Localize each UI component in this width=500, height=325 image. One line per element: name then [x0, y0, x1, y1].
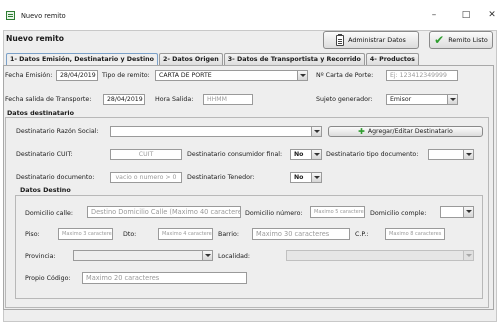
hora-salida-field[interactable]: HHMM: [203, 94, 253, 105]
piso-label: Piso:: [25, 231, 40, 238]
minimize-icon[interactable]: –: [428, 9, 440, 21]
admin-data-label: Administrar Datos: [348, 36, 406, 44]
domicilio-numero-label: Domicilio número:: [245, 210, 303, 217]
sujeto-generador-value: Emisor: [390, 96, 412, 103]
add-edit-destinatario-button[interactable]: ✚ Agregar/Editar Destinatario: [328, 126, 483, 137]
tipo-documento-select[interactable]: [428, 149, 474, 160]
admin-data-button[interactable]: Administrar Datos: [323, 31, 419, 49]
localidad-select[interactable]: [286, 250, 474, 261]
provincia-select[interactable]: [73, 250, 213, 261]
dto-label: Dto:: [123, 231, 137, 238]
chevron-down-icon[interactable]: [311, 150, 321, 159]
consumidor-final-label: Destinatario consumidor final:: [187, 151, 283, 158]
destino-section-title: Datos Destino: [20, 186, 71, 194]
domicilio-calle-field[interactable]: Destino Domicilio Calle (Maximo 40 carac…: [87, 206, 241, 218]
domicilio-calle-label: Domicilio calle:: [25, 210, 73, 217]
tipo-remito-select[interactable]: CARTA DE PORTE: [155, 70, 308, 81]
sujeto-generador-label: Sujeto generador:: [316, 96, 373, 103]
chevron-down-icon[interactable]: [447, 95, 457, 104]
cp-field[interactable]: Maximo 8 caracteres: [385, 228, 445, 240]
add-edit-destinatario-label: Agregar/Editar Destinatario: [367, 128, 453, 135]
cuit-field[interactable]: CUIT: [110, 149, 182, 160]
fecha-emision-field[interactable]: 28/04/2019: [56, 70, 98, 81]
tipo-remito-value: CARTA DE PORTE: [159, 72, 212, 79]
domicilio-comple-select[interactable]: [440, 206, 474, 218]
piso-field[interactable]: Maximo 3 caracteres: [58, 228, 113, 240]
barrio-field[interactable]: Maximo 30 caracteres: [252, 228, 350, 240]
tipo-remito-label: Tipo de remito:: [102, 72, 150, 79]
chevron-down-icon[interactable]: [463, 251, 473, 260]
chevron-down-icon[interactable]: [297, 71, 307, 80]
barrio-label: Barrio:: [218, 231, 239, 238]
propio-codigo-field[interactable]: Maximo 20 caracteres: [82, 272, 247, 284]
chevron-down-icon[interactable]: [202, 251, 212, 260]
fecha-salida-label: Fecha salida de Transporte:: [5, 96, 92, 103]
consumidor-final-value: No: [294, 151, 304, 158]
title-bar: [0, 0, 500, 30]
chevron-down-icon[interactable]: [311, 173, 321, 182]
dto-field[interactable]: Maximo 4 caracteres: [158, 228, 213, 240]
domicilio-numero-field[interactable]: Maximo 5 caracteres: [310, 206, 365, 218]
remito-ready-button[interactable]: ✔ Remito Listo: [429, 31, 493, 49]
cp-label: C.P.:: [355, 231, 369, 238]
tenedor-value: No: [294, 174, 304, 181]
clipboard-icon: [336, 33, 345, 46]
provincia-label: Provincia:: [25, 253, 56, 260]
chevron-down-icon[interactable]: [311, 127, 321, 136]
tipo-documento-label: Destinatario tipo documento:: [326, 151, 419, 158]
tenedor-label: Destinatario Tenedor:: [187, 174, 255, 181]
consumidor-final-select[interactable]: No: [290, 149, 322, 160]
razon-social-label: Destinatario Razón Social:: [16, 128, 99, 135]
app-icon: [6, 11, 15, 20]
chevron-down-icon[interactable]: [463, 207, 473, 217]
hora-salida-label: Hora Salida:: [155, 96, 194, 103]
fecha-emision-label: Fecha Emisión:: [5, 72, 53, 79]
documento-field[interactable]: vacio o numero > 0: [110, 172, 182, 183]
razon-social-select[interactable]: [110, 126, 322, 137]
tenedor-select[interactable]: No: [290, 172, 322, 183]
checkmark-icon: ✔: [434, 33, 445, 47]
propio-codigo-label: Propio Código:: [25, 275, 71, 282]
documento-label: Destinatario documento:: [16, 174, 95, 181]
window-title: Nuevo remito: [21, 12, 66, 20]
maximize-icon[interactable]: □: [460, 9, 472, 21]
sujeto-generador-select[interactable]: Emisor: [386, 94, 458, 105]
add-icon: ✚: [358, 126, 365, 136]
destinatario-section-title: Datos destinatario: [7, 109, 75, 117]
close-icon[interactable]: ✕: [486, 9, 498, 21]
remito-ready-label: Remito Listo: [448, 36, 488, 44]
cuit-label: Destinatario CUIT:: [16, 151, 73, 158]
carta-porte-field[interactable]: Ej: 123412349999: [386, 70, 458, 81]
page-title: Nuevo remito: [6, 34, 64, 43]
domicilio-comple-label: Domicilio comple:: [370, 210, 427, 217]
fecha-salida-field[interactable]: 28/04/2019: [103, 94, 145, 105]
chevron-down-icon[interactable]: [463, 150, 473, 159]
localidad-label: Localidad:: [218, 253, 251, 260]
carta-porte-label: Nº Carta de Porte:: [316, 72, 374, 79]
